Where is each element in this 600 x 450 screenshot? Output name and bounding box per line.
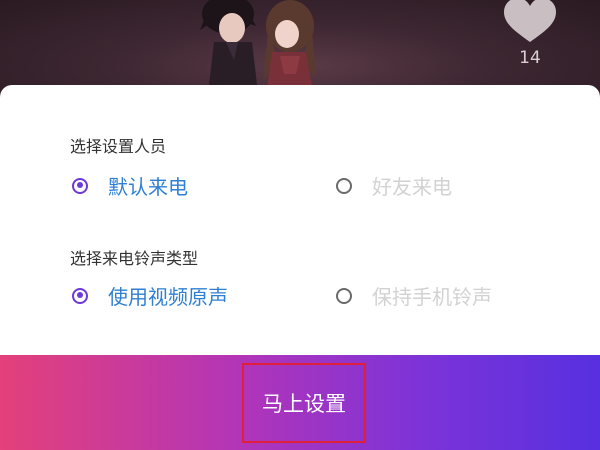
option-friend-call-label: 好友来电 [372,175,452,199]
heart-icon[interactable] [502,0,558,42]
settings-sheet: 选择设置人员 默认来电 好友来电 选择来电铃声类型 使用视频原声 保持手机铃声 [0,85,600,355]
option-video-sound[interactable]: 使用视频原声 [72,281,228,310]
person-section-title: 选择设置人员 [70,137,167,156]
ringtone-setting-screen: 14 选择设置人员 默认来电 好友来电 选择来电铃声类型 使用视频原声 保持手机… [0,0,600,450]
radio-unchecked-icon[interactable] [336,177,352,194]
radio-checked-icon[interactable] [72,177,88,194]
option-default-call-label: 默认来电 [108,175,188,199]
cta-bar: 马上设置 [0,355,600,450]
option-keep-phone-ringtone-label: 保持手机铃声 [372,285,492,309]
set-now-button[interactable]: 马上设置 [242,363,366,443]
radio-checked-icon[interactable] [72,287,88,304]
option-friend-call[interactable]: 好友来电 [336,171,452,200]
option-keep-phone-ringtone[interactable]: 保持手机铃声 [336,281,492,310]
option-default-call[interactable]: 默认来电 [72,171,188,200]
ringtone-section-title: 选择来电铃声类型 [70,249,199,268]
like-count: 14 [519,48,541,68]
option-video-sound-label: 使用视频原声 [108,285,228,309]
radio-unchecked-icon[interactable] [336,287,352,304]
